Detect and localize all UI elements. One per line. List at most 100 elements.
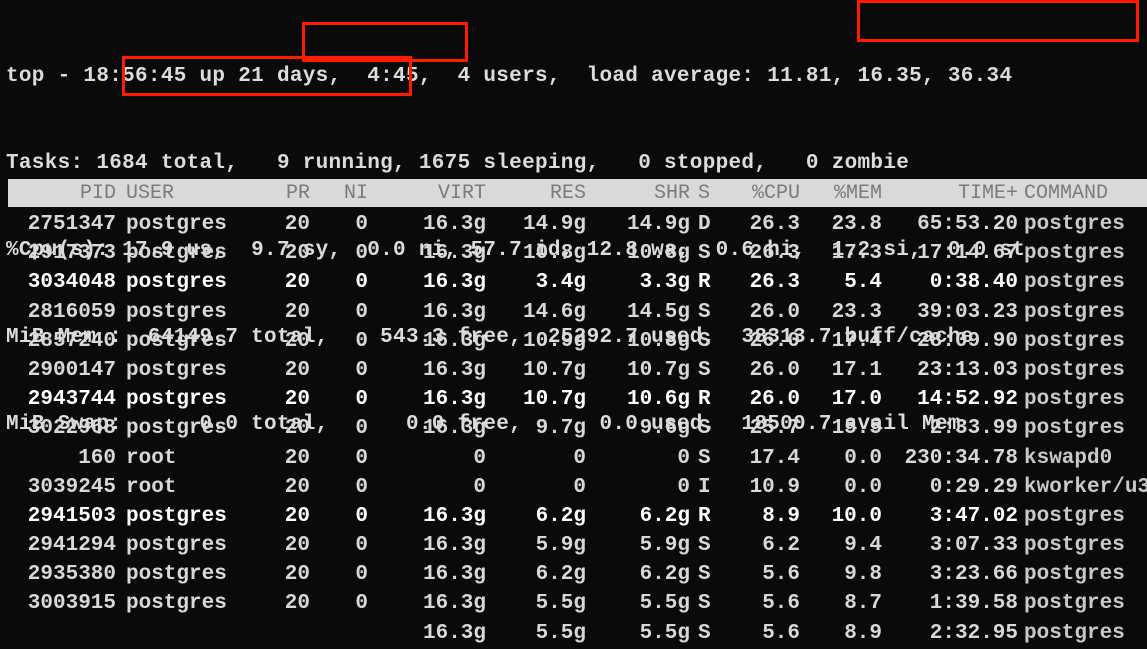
cell-command: kswapd0 — [1024, 446, 1113, 470]
highlight-cpu-us-sy — [122, 56, 412, 96]
header-cpu[interactable]: %CPU — [732, 182, 800, 205]
cell-res: 5.5g — [535, 621, 586, 645]
cell-mem-percent: 0.0 — [844, 475, 882, 499]
cell-cpu-percent: 26.3 — [749, 213, 800, 236]
process-row[interactable]: 3022968 postgres 20 0 16.3g 9.7g 9.6g S 25.7 15.5… — [8, 415, 1147, 444]
cell-command: postgres — [1024, 388, 1125, 412]
cell-state: S — [698, 417, 711, 441]
cell-priority: 20 — [284, 534, 310, 558]
cell-state: R — [698, 271, 711, 295]
cell-state: R — [698, 388, 711, 412]
cell-virt: 16.3g — [422, 358, 486, 382]
cell-cpu-time: 1:39.58 — [929, 592, 1018, 616]
process-row[interactable]: 2816059 postgres 20 0 16.3g 14.6g 14.5g S 26.0 23… — [8, 299, 1147, 328]
cell-command: postgres — [1024, 242, 1125, 266]
process-row[interactable]: 2917373 postgres 20 0 16.3g 10.8g 10.8g S 26.3 17… — [8, 240, 1147, 269]
cell-cpu-time: 17:14.67 — [917, 242, 1018, 266]
cell-state: S — [698, 329, 711, 353]
cell-command: postgres — [1024, 563, 1125, 587]
process-row[interactable]: 2943744 postgres 20 0 16.3g 10.7g 10.6g R 26.0 17… — [8, 386, 1147, 415]
cell-virt: 16.3g — [422, 621, 486, 645]
cell-pid: 2857240 — [27, 329, 116, 353]
cell-cpu-time: 3:23.66 — [929, 563, 1018, 587]
cell-pid: 3022968 — [27, 417, 116, 441]
cell-res: 9.7g — [535, 417, 586, 441]
cell-cpu-percent: 5.6 — [762, 592, 800, 616]
cell-user: postgres — [126, 213, 227, 236]
cell-virt: 16.3g — [422, 417, 486, 441]
cell-cpu-time: 3:47.02 — [929, 504, 1018, 528]
process-row[interactable]: 3034048 postgres 20 0 16.3g 3.4g 3.3g R 26.3 5.4 0… — [8, 269, 1147, 298]
cell-user: postgres — [126, 592, 227, 616]
header-ni[interactable]: NI — [338, 182, 368, 205]
cell-shr: 10.6g — [626, 388, 690, 412]
cell-cpu-percent: 17.4 — [749, 446, 800, 470]
process-row[interactable]: 2941294 postgres 20 0 16.3g 5.9g 5.9g S 6.2 9.4 3:… — [8, 532, 1147, 561]
header-virt[interactable]: VIRT — [398, 182, 486, 205]
header-time[interactable]: TIME+ — [888, 182, 1018, 205]
cell-pid: 2943744 — [27, 388, 116, 412]
header-command[interactable]: COMMAND — [1024, 182, 1108, 205]
cell-res: 0 — [573, 446, 586, 470]
cell-cpu-time: 23:13.03 — [917, 358, 1018, 382]
cell-user: postgres — [126, 504, 227, 528]
cell-cpu-time: 0:29.29 — [929, 475, 1018, 499]
cell-state: S — [698, 592, 711, 616]
cell-shr: 6.2g — [639, 504, 690, 528]
header-pid[interactable]: PID — [8, 182, 116, 205]
cell-state: S — [698, 300, 711, 324]
cell-res: 10.7g — [522, 358, 586, 382]
cell-priority: 20 — [284, 417, 310, 441]
cell-pid: 160 — [78, 446, 116, 470]
process-row[interactable]: 3003915 postgres 20 0 16.3g 5.5g 5.5g S 5.6 8.7 1:… — [8, 590, 1147, 619]
cell-cpu-time: 2:32.95 — [929, 621, 1018, 645]
process-row[interactable]: 16.3g 5.5g 5.5g S 5.6 8.9 2:32.95 postgres — [8, 620, 1147, 649]
cell-nice: 0 — [355, 534, 368, 558]
cell-res: 3.4g — [535, 271, 586, 295]
cell-mem-percent: 8.9 — [844, 621, 882, 645]
cell-mem-percent: 5.4 — [844, 271, 882, 295]
header-res[interactable]: RES — [498, 182, 586, 205]
cell-mem-percent: 23.8 — [831, 213, 882, 236]
cell-shr: 14.5g — [626, 300, 690, 324]
process-row[interactable]: 2935380 postgres 20 0 16.3g 6.2g 6.2g S 5.6 9.8 3:… — [8, 561, 1147, 590]
cell-priority: 20 — [284, 300, 310, 324]
cell-cpu-time: 3:07.33 — [929, 534, 1018, 558]
process-row[interactable]: 2751347 postgres 20 0 16.3g 14.9g 14.9g D 26.3 23… — [8, 211, 1147, 240]
cell-command: postgres — [1024, 271, 1125, 295]
cell-cpu-percent: 26.0 — [749, 388, 800, 412]
cell-cpu-time: 230:34.78 — [904, 446, 1018, 470]
cell-shr: 3.3g — [639, 271, 690, 295]
cell-pid: 2751347 — [27, 213, 116, 236]
header-state[interactable]: S — [698, 182, 716, 205]
header-mem[interactable]: %MEM — [814, 182, 882, 205]
cell-priority: 20 — [284, 563, 310, 587]
cell-nice: 0 — [355, 358, 368, 382]
cell-mem-percent: 0.0 — [844, 446, 882, 470]
cell-priority: 20 — [284, 213, 310, 236]
cell-cpu-percent: 26.0 — [749, 329, 800, 353]
cell-pid: 2917373 — [27, 242, 116, 266]
header-shr[interactable]: SHR — [598, 182, 690, 205]
cell-user: postgres — [126, 242, 227, 266]
header-user[interactable]: USER — [126, 182, 174, 205]
cell-nice: 0 — [355, 446, 368, 470]
cell-state: R — [698, 504, 711, 528]
cell-virt: 16.3g — [422, 329, 486, 353]
header-pr[interactable]: PR — [278, 182, 310, 205]
cell-nice: 0 — [355, 592, 368, 616]
cell-state: D — [698, 213, 711, 236]
cell-nice: 0 — [355, 329, 368, 353]
cell-cpu-time: 2:33.99 — [929, 417, 1018, 441]
cell-priority: 20 — [284, 504, 310, 528]
process-row[interactable]: 2941503 postgres 20 0 16.3g 6.2g 6.2g R 8.9 10.0 3… — [8, 503, 1147, 532]
process-row[interactable]: 2857240 postgres 20 0 16.3g 10.9g 10.8g S 26.0 17… — [8, 328, 1147, 357]
process-row[interactable]: 2900147 postgres 20 0 16.3g 10.7g 10.7g S 26.0 17… — [8, 357, 1147, 386]
process-row[interactable]: 160 root 20 0 0 0 0 S 17.4 0.0 230:34.78 kswapd0 — [8, 445, 1147, 474]
cell-shr: 0 — [677, 475, 690, 499]
cell-cpu-percent: 6.2 — [762, 534, 800, 558]
cell-cpu-time: 14:52.92 — [917, 388, 1018, 412]
cell-pid: 3039245 — [27, 475, 116, 499]
cell-cpu-percent: 26.0 — [749, 300, 800, 324]
process-row[interactable]: 3039245 root 20 0 0 0 0 I 10.9 0.0 0:29.29 kworker/… — [8, 474, 1147, 503]
